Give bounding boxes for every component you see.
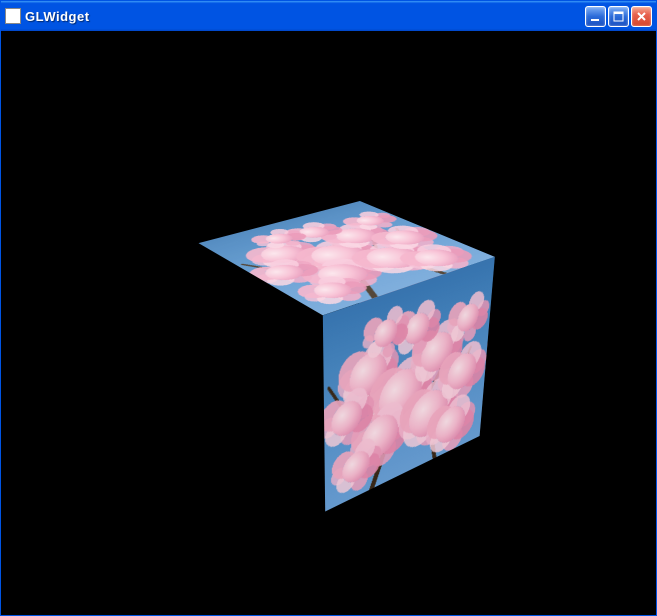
minimize-button[interactable] [585,6,606,27]
titlebar[interactable]: GLWidget [1,1,656,31]
textured-cube [255,227,422,461]
close-icon [635,10,648,23]
window-controls [585,6,652,27]
scene-3d [244,243,444,443]
window-title: GLWidget [25,9,581,24]
close-button[interactable] [631,6,652,27]
maximize-icon [612,10,625,23]
app-icon [5,8,21,24]
minimize-icon [589,10,602,23]
application-window: GLWidget [0,0,657,616]
opengl-viewport[interactable] [1,31,656,615]
maximize-button[interactable] [608,6,629,27]
